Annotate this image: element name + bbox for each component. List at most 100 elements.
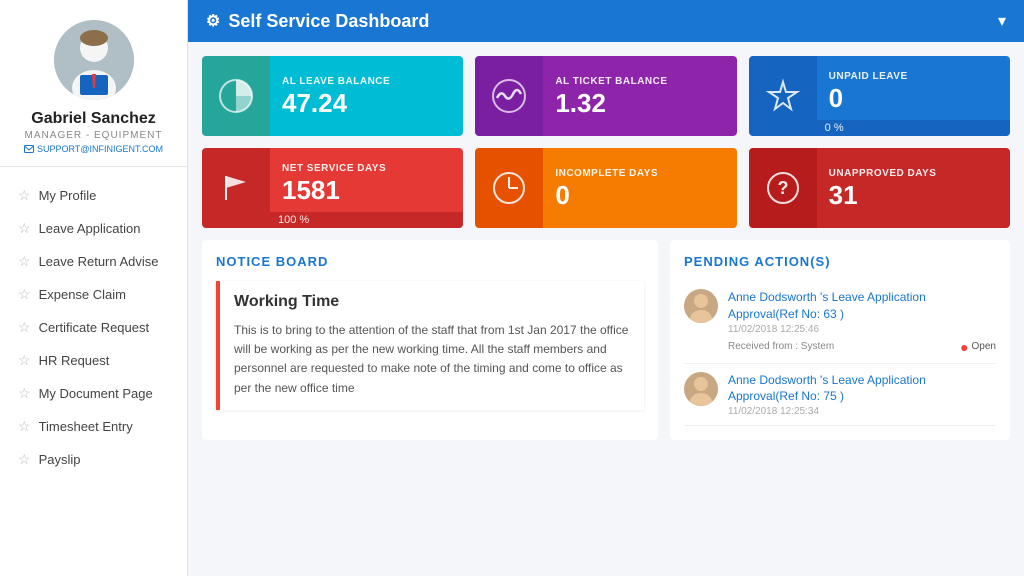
pending-date-1: 11/02/2018 12:25:46 [728,324,996,335]
avatar [54,20,134,100]
al-leave-icon-area [202,56,270,136]
email-icon [24,144,34,154]
question-circle-icon: ? [764,169,802,207]
sidebar-item-leave-application[interactable]: ☆ Leave Application [0,212,187,245]
sidebar-item-my-document-page[interactable]: ☆ My Document Page [0,377,187,410]
al-leave-info: AL LEAVE BALANCE 47.24 [270,56,463,136]
pending-info-2: Anne Dodsworth 's Leave Application Appr… [728,372,996,418]
pending-avatar-2 [684,372,718,406]
bottom-row: NOTICE BOARD Working Time This is to bri… [202,240,1010,440]
pending-from-1: Received from : System [728,341,834,352]
star-icon: ☆ [18,451,31,468]
unpaid-icon-area [749,56,817,136]
incomplete-value: 0 [555,182,724,208]
sidebar-item-label: Timesheet Entry [39,419,133,434]
sidebar-item-label: Payslip [39,452,81,467]
sidebar-item-expense-claim[interactable]: ☆ Expense Claim [0,278,187,311]
sidebar-item-label: Leave Return Advise [39,254,159,269]
notice-card-title: Working Time [234,293,630,311]
al-ticket-info: AL TICKET BALANCE 1.32 [543,56,736,136]
sidebar-item-label: My Document Page [39,386,153,401]
chevron-down-icon[interactable]: ▾ [998,11,1006,31]
al-ticket-value: 1.32 [555,90,724,116]
pending-status-1: ● Open [960,335,996,355]
pending-date-2: 11/02/2018 12:25:34 [728,406,996,417]
star-icon: ☆ [18,286,31,303]
pending-info-1: Anne Dodsworth 's Leave Application Appr… [728,289,996,355]
net-service-info: NET SERVICE DAYS 1581 100 % [270,148,463,228]
star-icon [763,76,803,116]
pending-item: Anne Dodsworth 's Leave Application Appr… [684,281,996,364]
unapproved-info: UNAPPROVED DAYS 31 [817,148,1010,228]
svg-text:?: ? [777,178,788,198]
unapproved-label: UNAPPROVED DAYS [829,168,998,179]
sidebar: Gabriel Sanchez MANAGER - EQUIPMENT SUPP… [0,0,188,576]
al-ticket-balance-card: AL TICKET BALANCE 1.32 [475,56,736,136]
sidebar-item-label: Leave Application [39,221,141,236]
header: ⚙ Self Service Dashboard ▾ [188,0,1024,42]
star-icon: ☆ [18,220,31,237]
stats-row-2: NET SERVICE DAYS 1581 100 % INCOMPLETE D… [202,148,1010,228]
unapproved-value: 31 [829,182,998,208]
wave-icon [489,76,529,116]
pending-name-1: Anne Dodsworth 's Leave Application Appr… [728,289,996,323]
nav-list: ☆ My Profile ☆ Leave Application ☆ Leave… [0,179,187,476]
al-leave-value: 47.24 [282,90,451,116]
sidebar-item-timesheet-entry[interactable]: ☆ Timesheet Entry [0,410,187,443]
sidebar-item-leave-return-advise[interactable]: ☆ Leave Return Advise [0,245,187,278]
clock-icon [490,169,528,207]
main-panel: ⚙ Self Service Dashboard ▾ AL LEAVE BALA… [188,0,1024,576]
star-icon: ☆ [18,418,31,435]
notice-board: NOTICE BOARD Working Time This is to bri… [202,240,658,440]
incomplete-label: INCOMPLETE DAYS [555,168,724,179]
incomplete-days-card: INCOMPLETE DAYS 0 [475,148,736,228]
net-service-days-card: NET SERVICE DAYS 1581 100 % [202,148,463,228]
star-icon: ☆ [18,385,31,402]
open-label: Open [972,341,996,352]
unpaid-info: UNPAID LEAVE 0 0 % [817,56,1010,136]
sidebar-item-certificate-request[interactable]: ☆ Certificate Request [0,311,187,344]
incomplete-info: INCOMPLETE DAYS 0 [543,148,736,228]
sidebar-item-label: Certificate Request [39,320,150,335]
incomplete-icon-area [475,148,543,228]
notice-board-title: NOTICE BOARD [216,254,644,269]
unpaid-value: 0 [829,85,998,111]
sidebar-item-label: HR Request [39,353,110,368]
unapproved-days-card: ? UNAPPROVED DAYS 31 [749,148,1010,228]
al-ticket-label: AL TICKET BALANCE [555,76,724,87]
stats-row-1: AL LEAVE BALANCE 47.24 AL TICKET BALANCE… [202,56,1010,136]
pending-avatar-1 [684,289,718,323]
al-ticket-icon-area [475,56,543,136]
sidebar-item-label: My Profile [39,188,97,203]
pending-panel: PENDING ACTION(S) Anne Dodsworth 's Leav… [670,240,1010,440]
user-email: SUPPORT@INFINIGENT.COM [24,144,163,154]
notice-card-body: This is to bring to the attention of the… [234,321,630,398]
pending-name-2: Anne Dodsworth 's Leave Application Appr… [728,372,996,406]
header-title: ⚙ Self Service Dashboard [206,11,429,32]
pending-item: Anne Dodsworth 's Leave Application Appr… [684,364,996,427]
al-leave-balance-card: AL LEAVE BALANCE 47.24 [202,56,463,136]
notice-card: Working Time This is to bring to the att… [216,281,644,410]
net-service-icon-area [202,148,270,228]
sidebar-item-label: Expense Claim [39,287,126,302]
sidebar-item-my-profile[interactable]: ☆ My Profile [0,179,187,212]
open-dot-icon: ● [960,339,968,355]
star-icon: ☆ [18,253,31,270]
net-service-percent: 100 % [270,212,463,228]
unapproved-icon-area: ? [749,148,817,228]
flag-icon [218,170,254,206]
al-leave-label: AL LEAVE BALANCE [282,76,451,87]
net-service-value: 1581 [282,177,451,203]
pending-panel-title: PENDING ACTION(S) [684,254,996,269]
unpaid-label: UNPAID LEAVE [829,71,998,82]
sidebar-item-payslip[interactable]: ☆ Payslip [0,443,187,476]
dashboard-icon: ⚙ [206,11,220,31]
user-name: Gabriel Sanchez [31,110,156,128]
star-icon: ☆ [18,352,31,369]
sidebar-item-hr-request[interactable]: ☆ HR Request [0,344,187,377]
net-service-label: NET SERVICE DAYS [282,163,451,174]
dashboard-content: AL LEAVE BALANCE 47.24 AL TICKET BALANCE… [188,42,1024,576]
unpaid-percent: 0 % [817,120,1010,136]
user-role: MANAGER - EQUIPMENT [25,130,163,141]
star-icon: ☆ [18,187,31,204]
